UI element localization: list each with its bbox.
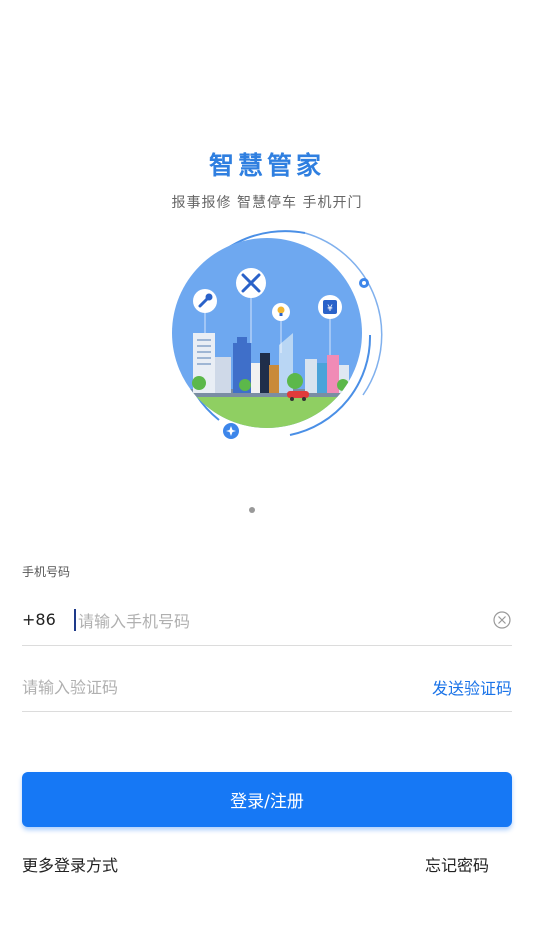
clear-icon[interactable] xyxy=(492,610,512,630)
sparkle-dot-icon xyxy=(223,423,239,439)
forgot-password-link[interactable]: 忘记密码 xyxy=(425,852,489,876)
ring-dot-icon xyxy=(359,278,369,288)
svg-text:¥: ¥ xyxy=(327,304,333,314)
phone-divider xyxy=(22,645,512,646)
carousel-indicator-dot[interactable] xyxy=(249,507,255,513)
phone-label: 手机号码 xyxy=(22,565,71,579)
phone-input[interactable] xyxy=(78,608,468,634)
login-register-button[interactable]: 登录/注册 xyxy=(22,772,512,827)
city-illustration: ¥ xyxy=(172,230,383,439)
verification-code-input[interactable] xyxy=(22,674,402,700)
lightbulb-icon xyxy=(272,303,290,321)
code-divider xyxy=(22,711,512,712)
wrench-icon xyxy=(193,289,217,313)
send-code-button[interactable]: 发送验证码 xyxy=(432,675,512,699)
text-cursor xyxy=(74,609,76,631)
app-title: 智慧管家 xyxy=(208,151,325,180)
app-subtitle: 报事报修 智慧停车 手机开门 xyxy=(171,195,363,211)
tools-icon xyxy=(236,268,266,298)
country-code[interactable]: +86 xyxy=(22,610,56,629)
yuan-icon: ¥ xyxy=(318,295,342,319)
more-login-options-link[interactable]: 更多登录方式 xyxy=(22,852,118,876)
